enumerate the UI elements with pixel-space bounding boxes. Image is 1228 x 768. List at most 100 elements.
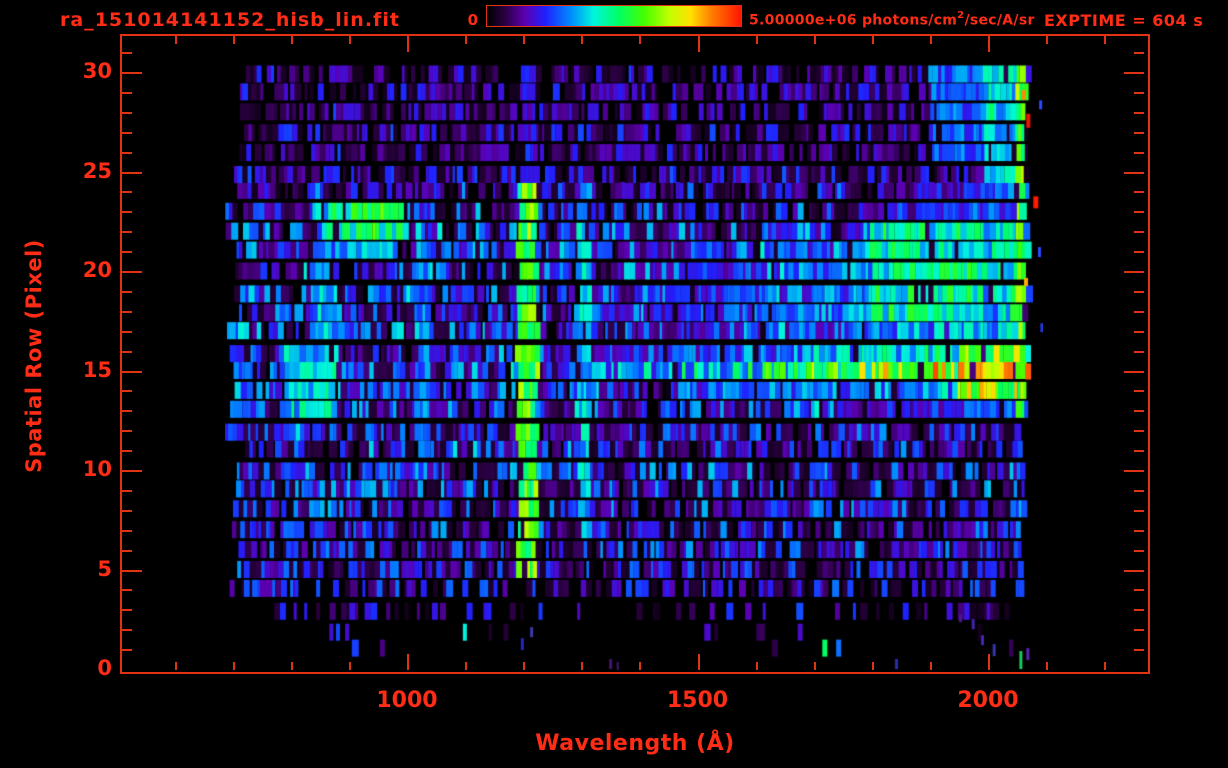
axis-tick: [1134, 311, 1144, 313]
colorbar-gradient: [487, 6, 741, 26]
axis-tick: [175, 662, 177, 670]
axis-tick: [698, 36, 700, 52]
axis-tick: [1134, 351, 1144, 353]
axis-tick: [175, 36, 177, 44]
axis-tick: [814, 662, 816, 670]
axis-tick: [122, 92, 132, 94]
axis-tick: [1134, 331, 1144, 333]
colorbar-min-label: 0: [452, 11, 478, 29]
axis-tick: [122, 152, 132, 154]
x-tick-label: 1000: [357, 688, 457, 713]
colorbar-max-label: 5.00000e+06 photons/cm2/sec/A/sr: [749, 11, 1035, 29]
axis-tick: [465, 662, 467, 670]
y-tick-label: 15: [58, 358, 112, 382]
axis-tick: [523, 36, 525, 44]
axis-tick: [1124, 371, 1144, 373]
axis-tick: [407, 654, 409, 670]
axis-tick: [122, 570, 142, 572]
axis-tick: [1134, 490, 1144, 492]
y-tick-label: 10: [58, 457, 112, 481]
x-tick-label: 2000: [938, 688, 1038, 713]
axis-tick: [581, 662, 583, 670]
axis-tick: [122, 410, 132, 412]
axis-tick: [930, 36, 932, 44]
axis-tick: [1134, 231, 1144, 233]
spectral-image-canvas: [225, 58, 1043, 674]
plot-frame: [120, 34, 1150, 674]
axis-tick: [122, 390, 132, 392]
axis-tick: [1134, 52, 1144, 54]
axis-tick: [1134, 450, 1144, 452]
axis-tick: [122, 72, 142, 74]
axis-tick: [122, 589, 132, 591]
axis-tick: [872, 36, 874, 44]
axis-tick: [122, 112, 132, 114]
axis-tick: [349, 36, 351, 44]
axis-tick: [291, 662, 293, 670]
y-axis-title: Spatial Row (Pixel): [22, 206, 46, 506]
axis-tick: [1104, 662, 1106, 670]
axis-tick: [1134, 589, 1144, 591]
axis-tick: [122, 52, 132, 54]
axis-tick: [122, 510, 132, 512]
axis-tick: [122, 530, 132, 532]
axis-tick: [407, 36, 409, 52]
axis-tick: [698, 654, 700, 670]
axis-tick: [122, 649, 132, 651]
axis-tick: [639, 36, 641, 44]
axis-tick: [122, 291, 132, 293]
axis-tick: [1134, 92, 1144, 94]
axis-tick: [122, 430, 132, 432]
axis-tick: [1134, 152, 1144, 154]
y-tick-label: 30: [58, 59, 112, 83]
axis-tick: [1046, 36, 1048, 44]
axis-tick: [988, 36, 990, 52]
y-tick-label: 0: [58, 656, 112, 680]
y-tick-label: 20: [58, 258, 112, 282]
axis-tick: [122, 271, 142, 273]
axis-tick: [122, 371, 142, 373]
axis-tick: [1046, 662, 1048, 670]
axis-tick: [1124, 570, 1144, 572]
axis-tick: [122, 450, 132, 452]
axis-tick: [1134, 211, 1144, 213]
axis-tick: [1104, 36, 1106, 44]
axis-tick: [1124, 271, 1144, 273]
axis-tick: [988, 654, 990, 670]
axis-tick: [756, 662, 758, 670]
axis-tick: [1124, 72, 1144, 74]
axis-tick: [1134, 510, 1144, 512]
axis-tick: [930, 662, 932, 670]
axis-tick: [872, 662, 874, 670]
axis-tick: [349, 662, 351, 670]
axis-tick: [122, 172, 142, 174]
axis-tick: [1134, 112, 1144, 114]
axis-tick: [1134, 251, 1144, 253]
axis-tick: [233, 36, 235, 44]
axis-tick: [122, 251, 132, 253]
axis-tick: [122, 629, 132, 631]
exptime-label: EXPTIME = 604 s: [1044, 11, 1203, 30]
axis-tick: [1134, 609, 1144, 611]
y-tick-label: 25: [58, 159, 112, 183]
page-title: ra_151014141152_hisb_lin.fit: [60, 9, 400, 31]
colorbar-max-label-suffix: /sec/A/sr: [964, 13, 1034, 29]
axis-tick: [122, 550, 132, 552]
axis-tick: [122, 191, 132, 193]
axis-tick: [1134, 132, 1144, 134]
axis-tick: [465, 36, 467, 44]
axis-tick: [581, 36, 583, 44]
axis-tick: [291, 36, 293, 44]
axis-tick: [1124, 172, 1144, 174]
axis-tick: [1134, 430, 1144, 432]
axis-tick: [1134, 291, 1144, 293]
axis-tick: [122, 132, 132, 134]
axis-tick: [122, 231, 132, 233]
app-window: ra_151014141152_hisb_lin.fit 0 5.00000e+…: [0, 0, 1228, 768]
x-tick-label: 1500: [648, 688, 748, 713]
axis-tick: [122, 490, 132, 492]
axis-tick: [639, 662, 641, 670]
y-tick-label: 5: [58, 557, 112, 581]
axis-tick: [1134, 530, 1144, 532]
axis-tick: [122, 331, 132, 333]
